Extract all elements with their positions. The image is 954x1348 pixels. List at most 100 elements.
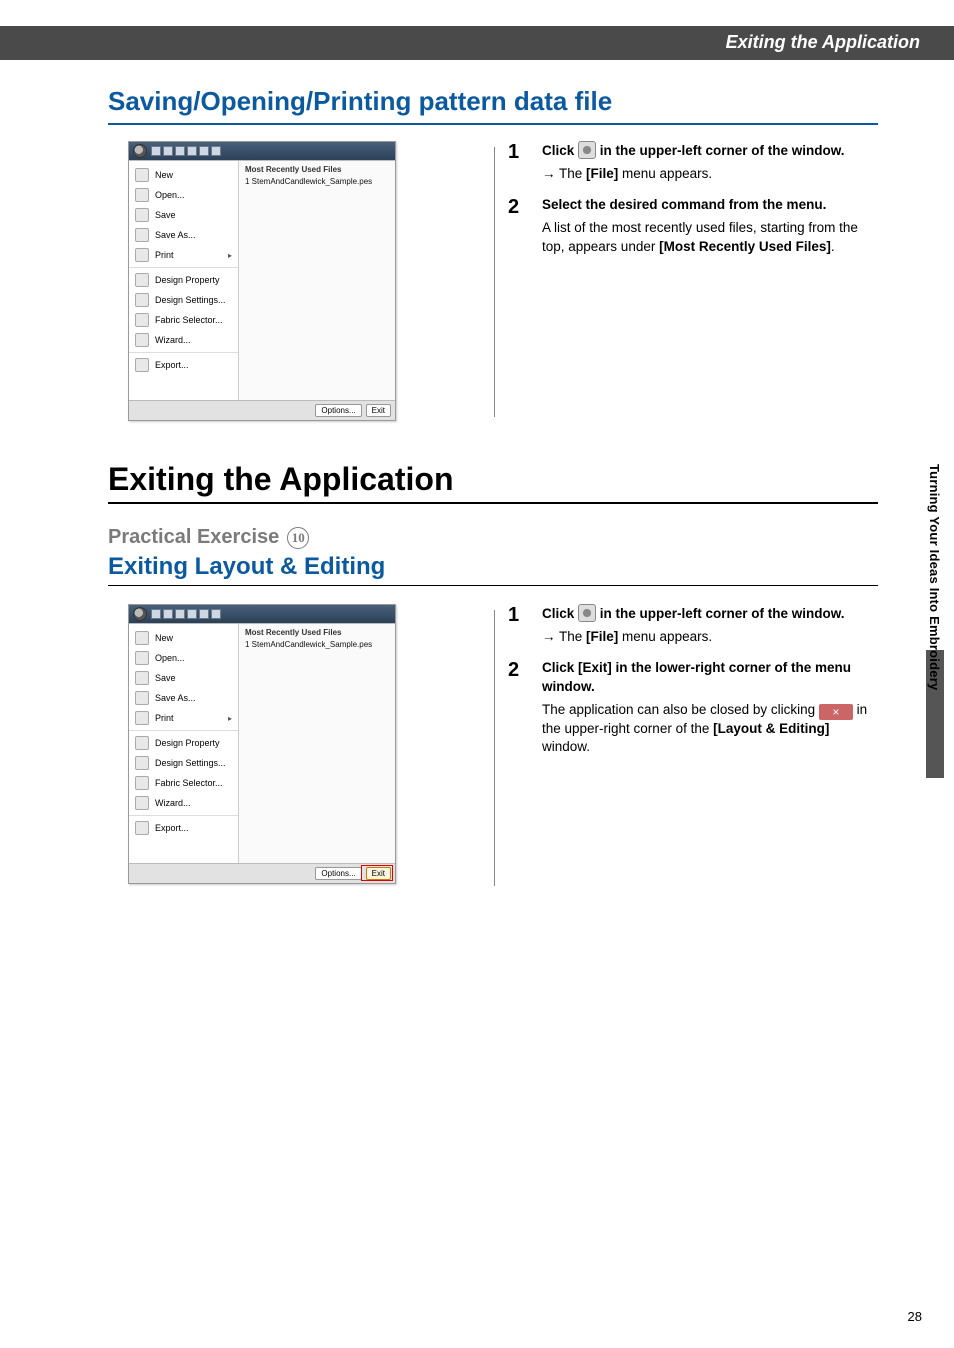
practical-exercise-label: Practical Exercise 10: [108, 526, 878, 549]
menu-label: Print: [155, 713, 174, 723]
exit-button: Exit: [366, 404, 391, 417]
app-orb-icon: [133, 144, 147, 158]
menu-label: Design Settings...: [155, 295, 226, 305]
settings-icon: [135, 756, 149, 770]
step-2: 2 Select the desired command from the me…: [508, 196, 878, 257]
menu-label: Design Property: [155, 275, 220, 285]
menu-item-fabric-selector: Fabric Selector...: [129, 773, 238, 793]
print-icon: [135, 711, 149, 725]
step-number: 1: [508, 141, 528, 184]
follow-pre: The: [559, 166, 586, 181]
column-divider: [494, 147, 495, 417]
menu-item-open: Open...: [129, 185, 238, 205]
app-button-icon: [578, 141, 596, 159]
menu-item-wizard: Wizard...: [129, 330, 238, 350]
save-as-icon: [135, 228, 149, 242]
chevron-right-icon: ▸: [228, 714, 232, 723]
app-button-icon: [578, 604, 596, 622]
section-b-columns: New Open... Save Save As... Print▸ Desig…: [108, 604, 878, 884]
menu-label: Open...: [155, 190, 185, 200]
follow-bold: [File]: [586, 629, 618, 644]
menu-label: Export...: [155, 360, 189, 370]
print-icon: [135, 248, 149, 262]
menu-label: Export...: [155, 823, 189, 833]
body1-tail: window.: [542, 739, 590, 754]
menu-item-save: Save: [129, 205, 238, 225]
menu-footer: Options... Exit: [129, 863, 395, 883]
quick-access-toolbar: [151, 146, 221, 156]
save-as-icon: [135, 691, 149, 705]
header-bar: Exiting the Application: [0, 26, 954, 60]
header-title: Exiting the Application: [726, 32, 920, 53]
options-button: Options...: [315, 404, 361, 417]
qat-icon: [175, 609, 185, 619]
arrow-icon: →: [542, 166, 556, 181]
step-lead: Click in the upper-left corner of the wi…: [542, 606, 845, 621]
property-icon: [135, 736, 149, 750]
qat-icon: [187, 609, 197, 619]
menu-label: Print: [155, 250, 174, 260]
column-divider: [494, 610, 495, 886]
section-b-left: New Open... Save Save As... Print▸ Desig…: [108, 604, 488, 884]
step-detail: A list of the most recently used files, …: [542, 219, 878, 257]
step-number: 2: [508, 659, 528, 758]
section-a-rule: [108, 123, 878, 125]
qat-icon: [211, 146, 221, 156]
page-number: 28: [908, 1309, 922, 1324]
menu-item-print: Print▸: [129, 245, 238, 265]
side-tab-text: Turning Your Ideas Into Embroidery: [927, 464, 942, 690]
menu-item-save-as: Save As...: [129, 688, 238, 708]
menu-item-save-as: Save As...: [129, 225, 238, 245]
recent-file: 1 StemAndCandlewick_Sample.pes: [245, 177, 389, 186]
follow-bold: [File]: [586, 166, 618, 181]
section-b-subtitle: Exiting Layout & Editing: [108, 553, 878, 581]
open-icon: [135, 651, 149, 665]
menu-label: Wizard...: [155, 798, 191, 808]
menu-label: Save: [155, 673, 176, 683]
menu-body: New Open... Save Save As... Print▸ Desig…: [129, 623, 395, 863]
save-icon: [135, 208, 149, 222]
exercise-number-badge: 10: [287, 527, 309, 549]
fabric-icon: [135, 776, 149, 790]
property-icon: [135, 273, 149, 287]
step-lead: Select the desired command from the menu…: [542, 196, 878, 215]
step-body: Click in the upper-left corner of the wi…: [542, 604, 878, 647]
step-2: 2 Click [Exit] in the lower-right corner…: [508, 659, 878, 758]
qat-icon: [163, 146, 173, 156]
recent-column: Most Recently Used Files 1 StemAndCandle…: [239, 161, 395, 400]
recent-column: Most Recently Used Files 1 StemAndCandle…: [239, 624, 395, 863]
lead-post: in the upper-left corner of the window.: [596, 606, 845, 621]
menu-body: New Open... Save Save As... Print▸ Desig…: [129, 160, 395, 400]
file-menu-screenshot-b: New Open... Save Save As... Print▸ Desig…: [128, 604, 396, 884]
menu-item-design-settings: Design Settings...: [129, 290, 238, 310]
new-icon: [135, 168, 149, 182]
window-titlebar: [129, 142, 395, 160]
menu-item-fabric-selector: Fabric Selector...: [129, 310, 238, 330]
recent-file: 1 StemAndCandlewick_Sample.pes: [245, 640, 389, 649]
recent-header: Most Recently Used Files: [245, 165, 389, 174]
step-follow: → The [File] menu appears.: [542, 165, 878, 184]
open-icon: [135, 188, 149, 202]
exit-button: Exit: [366, 867, 391, 880]
side-tab: Turning Your Ideas Into Embroidery: [922, 460, 944, 800]
step-1: 1 Click in the upper-left corner of the …: [508, 604, 878, 647]
section-a-title: Saving/Opening/Printing pattern data fil…: [108, 86, 878, 117]
menu-label: Fabric Selector...: [155, 315, 223, 325]
step-number: 1: [508, 604, 528, 647]
main-content: Saving/Opening/Printing pattern data fil…: [108, 86, 878, 884]
menu-label: New: [155, 170, 173, 180]
window-titlebar: [129, 605, 395, 623]
menu-item-open: Open...: [129, 648, 238, 668]
menu-item-print: Print ▸: [129, 708, 238, 728]
lead-post: in the upper-left corner of the window.: [596, 143, 845, 158]
qat-icon: [199, 609, 209, 619]
options-button: Options...: [315, 867, 361, 880]
menu-item-save: Save: [129, 668, 238, 688]
lead-pre: Click: [542, 606, 578, 621]
qat-icon: [187, 146, 197, 156]
section-a-left: New Open... Save Save As... Print▸ Desig…: [108, 141, 488, 421]
menu-item-design-property: Design Property: [129, 730, 238, 753]
section-b-big-rule: [108, 502, 878, 504]
new-icon: [135, 631, 149, 645]
menu-footer: Options... Exit: [129, 400, 395, 420]
